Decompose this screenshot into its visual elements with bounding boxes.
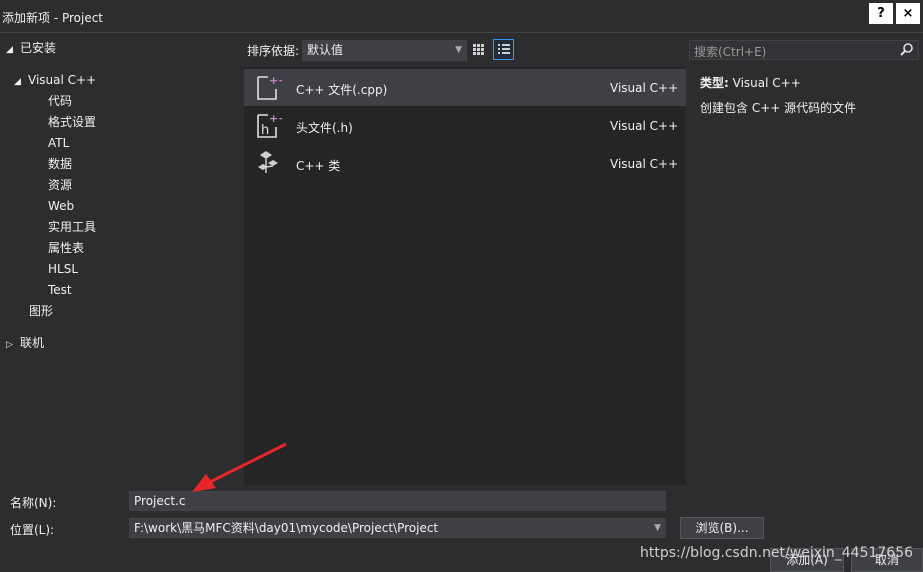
search-icon[interactable] [899, 42, 914, 57]
template-language: Visual C++ [610, 157, 679, 171]
browse-button[interactable]: 浏览(B)... [680, 517, 764, 539]
list-view-button[interactable] [493, 39, 514, 60]
template-list: ++ C++ 文件(.cpp) Visual C++ h ++ 头文件(.h) … [244, 67, 686, 485]
sort-label: 排序依据: [247, 44, 300, 58]
expanded-triangle-icon[interactable]: ◢ [14, 72, 28, 92]
template-name: C++ 类 [296, 159, 341, 173]
collapsed-triangle-icon[interactable]: ▷ [6, 335, 20, 355]
search-input[interactable]: 搜索(Ctrl+E) [694, 43, 766, 60]
tree-item-atl[interactable]: ATL [48, 133, 69, 153]
window-title: 添加新项 - Project [2, 11, 104, 25]
tree-item-utility[interactable]: 实用工具 [48, 217, 96, 237]
detail-description: 创建包含 C++ 源代码的文件 [700, 101, 857, 115]
location-label: 位置(L): [10, 523, 55, 537]
template-name: 头文件(.h) [296, 121, 353, 135]
grid-view-icon [473, 44, 484, 55]
tree-item-web[interactable]: Web [48, 196, 74, 216]
expanded-triangle-icon[interactable]: ◢ [6, 40, 20, 60]
tree-item-code[interactable]: 代码 [48, 91, 72, 111]
svg-text:h: h [261, 123, 269, 138]
tree-item-data[interactable]: 数据 [48, 154, 72, 174]
template-name: C++ 文件(.cpp) [296, 83, 388, 97]
search-box[interactable]: 搜索(Ctrl+E) [689, 40, 919, 60]
sort-select[interactable]: 默认值 ▼ [302, 40, 467, 61]
dropdown-arrow-icon: ▼ [455, 45, 462, 55]
tree-item-graphics[interactable]: 图形 [29, 301, 53, 321]
title-bar: 添加新项 - Project ? × [0, 0, 923, 33]
grid-view-button[interactable] [468, 39, 489, 60]
tree-item-online[interactable]: ▷ 联机 [6, 333, 44, 353]
sort-value: 默认值 [307, 43, 344, 57]
template-language: Visual C++ [610, 119, 679, 133]
list-view-icon [498, 44, 510, 54]
cpp-file-icon: ++ [257, 74, 282, 100]
detail-type: 类型: Visual C++ [700, 74, 801, 91]
svg-text:++: ++ [269, 74, 282, 87]
svg-text:++: ++ [269, 112, 282, 125]
tree-item-visual-cpp[interactable]: ◢ Visual C++ [14, 70, 96, 90]
close-button[interactable]: × [896, 3, 920, 24]
tree-item-test[interactable]: Test [48, 280, 72, 300]
watermark: https://blog.csdn.net/weixin_44517656 [640, 545, 914, 561]
type-value: Visual C++ [732, 76, 801, 90]
header-file-icon: h ++ [257, 112, 282, 138]
annotation-arrow-icon [192, 442, 287, 492]
template-language: Visual C++ [610, 81, 679, 95]
name-label: 名称(N): [10, 496, 57, 510]
tree-item-resource[interactable]: 资源 [48, 175, 72, 195]
template-row-cpp-file[interactable]: ++ C++ 文件(.cpp) Visual C++ [244, 69, 686, 106]
location-value: F:\work\黑马MFC资料\day01\mycode\Project\Pro… [134, 521, 439, 535]
tree-item-property-sheet[interactable]: 属性表 [48, 238, 84, 258]
template-row-cpp-class[interactable]: C++ 类 Visual C++ [244, 145, 686, 182]
help-button[interactable]: ? [869, 3, 893, 24]
tree-item-installed[interactable]: ◢ 已安装 [6, 38, 56, 58]
class-icon [258, 151, 278, 173]
location-input[interactable]: F:\work\黑马MFC资料\day01\mycode\Project\Pro… [129, 518, 666, 538]
template-row-header-file[interactable]: h ++ 头文件(.h) Visual C++ [244, 107, 686, 144]
dropdown-arrow-icon[interactable]: ▼ [654, 519, 661, 537]
tree-item-formatting[interactable]: 格式设置 [48, 112, 96, 132]
type-label: 类型: [700, 76, 729, 90]
tree-item-hlsl[interactable]: HLSL [48, 259, 78, 279]
